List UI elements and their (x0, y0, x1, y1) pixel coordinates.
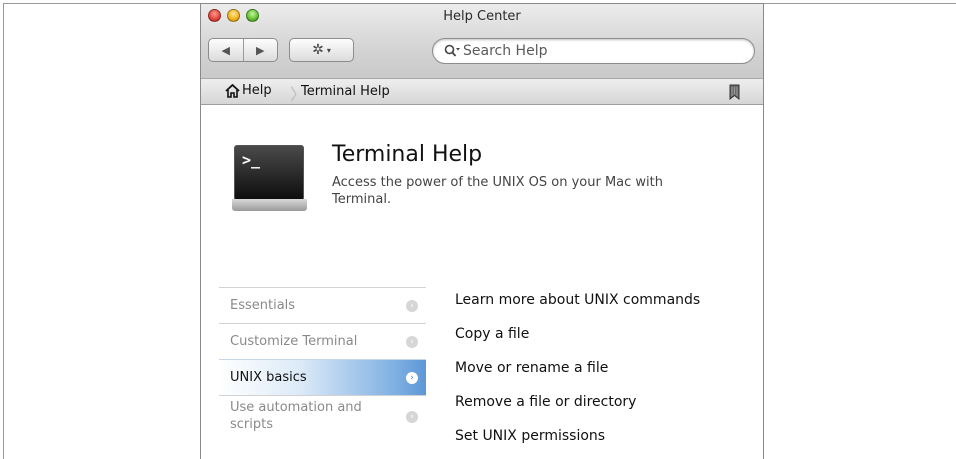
terminal-app-icon: >_ (232, 143, 307, 213)
page-description: Access the power of the UNIX OS on your … (332, 175, 664, 207)
topic-label: Use automation and scripts (230, 400, 362, 432)
link-learn-unix-commands[interactable]: Learn more about UNIX commands (455, 292, 700, 326)
chevron-right-icon: › (406, 300, 418, 312)
help-center-window: Help Center ◀ ▶ ✲ ▾ Search Help Help 〉 T… (200, 3, 764, 459)
window-title: Help Center (443, 9, 521, 24)
breadcrumb-current[interactable]: Terminal Help (301, 84, 390, 99)
search-input[interactable] (463, 41, 743, 61)
search-icon (444, 44, 460, 57)
action-menu-button[interactable]: ✲ ▾ (289, 38, 354, 62)
chevron-right-icon: › (406, 336, 418, 348)
terminal-prompt-glyph: >_ (242, 151, 261, 169)
breadcrumb-home[interactable]: Help (225, 83, 272, 98)
link-remove-file-directory[interactable]: Remove a file or directory (455, 394, 700, 428)
terminal-screen: >_ (234, 145, 304, 201)
page-title: Terminal Help (332, 142, 483, 167)
topic-unix-basics[interactable]: UNIX basics › (219, 359, 426, 395)
article-links: Learn more about UNIX commands Copy a fi… (455, 292, 700, 459)
bookmark-icon[interactable] (729, 84, 740, 100)
topic-label: UNIX basics (230, 370, 307, 385)
breadcrumb-home-label: Help (242, 83, 272, 98)
forward-arrow-icon: ▶ (256, 43, 265, 57)
help-content: >_ Terminal Help Access the power of the… (201, 106, 763, 459)
terminal-base (232, 199, 307, 211)
search-field[interactable] (432, 38, 755, 64)
topic-automation-scripts[interactable]: Use automation and scripts › (219, 395, 426, 437)
topic-list: Essentials › Customize Terminal › UNIX b… (219, 287, 426, 437)
topic-label: Customize Terminal (230, 334, 358, 349)
link-move-rename-file[interactable]: Move or rename a file (455, 360, 700, 394)
chevron-down-icon: ▾ (326, 45, 331, 55)
chevron-right-icon: › (406, 411, 418, 423)
link-set-unix-permissions[interactable]: Set UNIX permissions (455, 428, 700, 459)
back-button[interactable]: ◀ (209, 39, 243, 61)
titlebar: Help Center ◀ ▶ ✲ ▾ (201, 4, 763, 79)
history-nav: ◀ ▶ (208, 38, 278, 62)
chevron-right-icon: › (406, 372, 418, 384)
topic-essentials[interactable]: Essentials › (219, 287, 426, 323)
gear-icon: ✲ (312, 42, 324, 58)
breadcrumb: Help 〉 Terminal Help (201, 79, 763, 105)
home-icon (225, 83, 240, 98)
topic-label: Essentials (230, 298, 296, 313)
forward-button[interactable]: ▶ (242, 39, 278, 61)
back-arrow-icon: ◀ (221, 43, 230, 57)
topic-customize-terminal[interactable]: Customize Terminal › (219, 323, 426, 359)
link-copy-file[interactable]: Copy a file (455, 326, 700, 360)
